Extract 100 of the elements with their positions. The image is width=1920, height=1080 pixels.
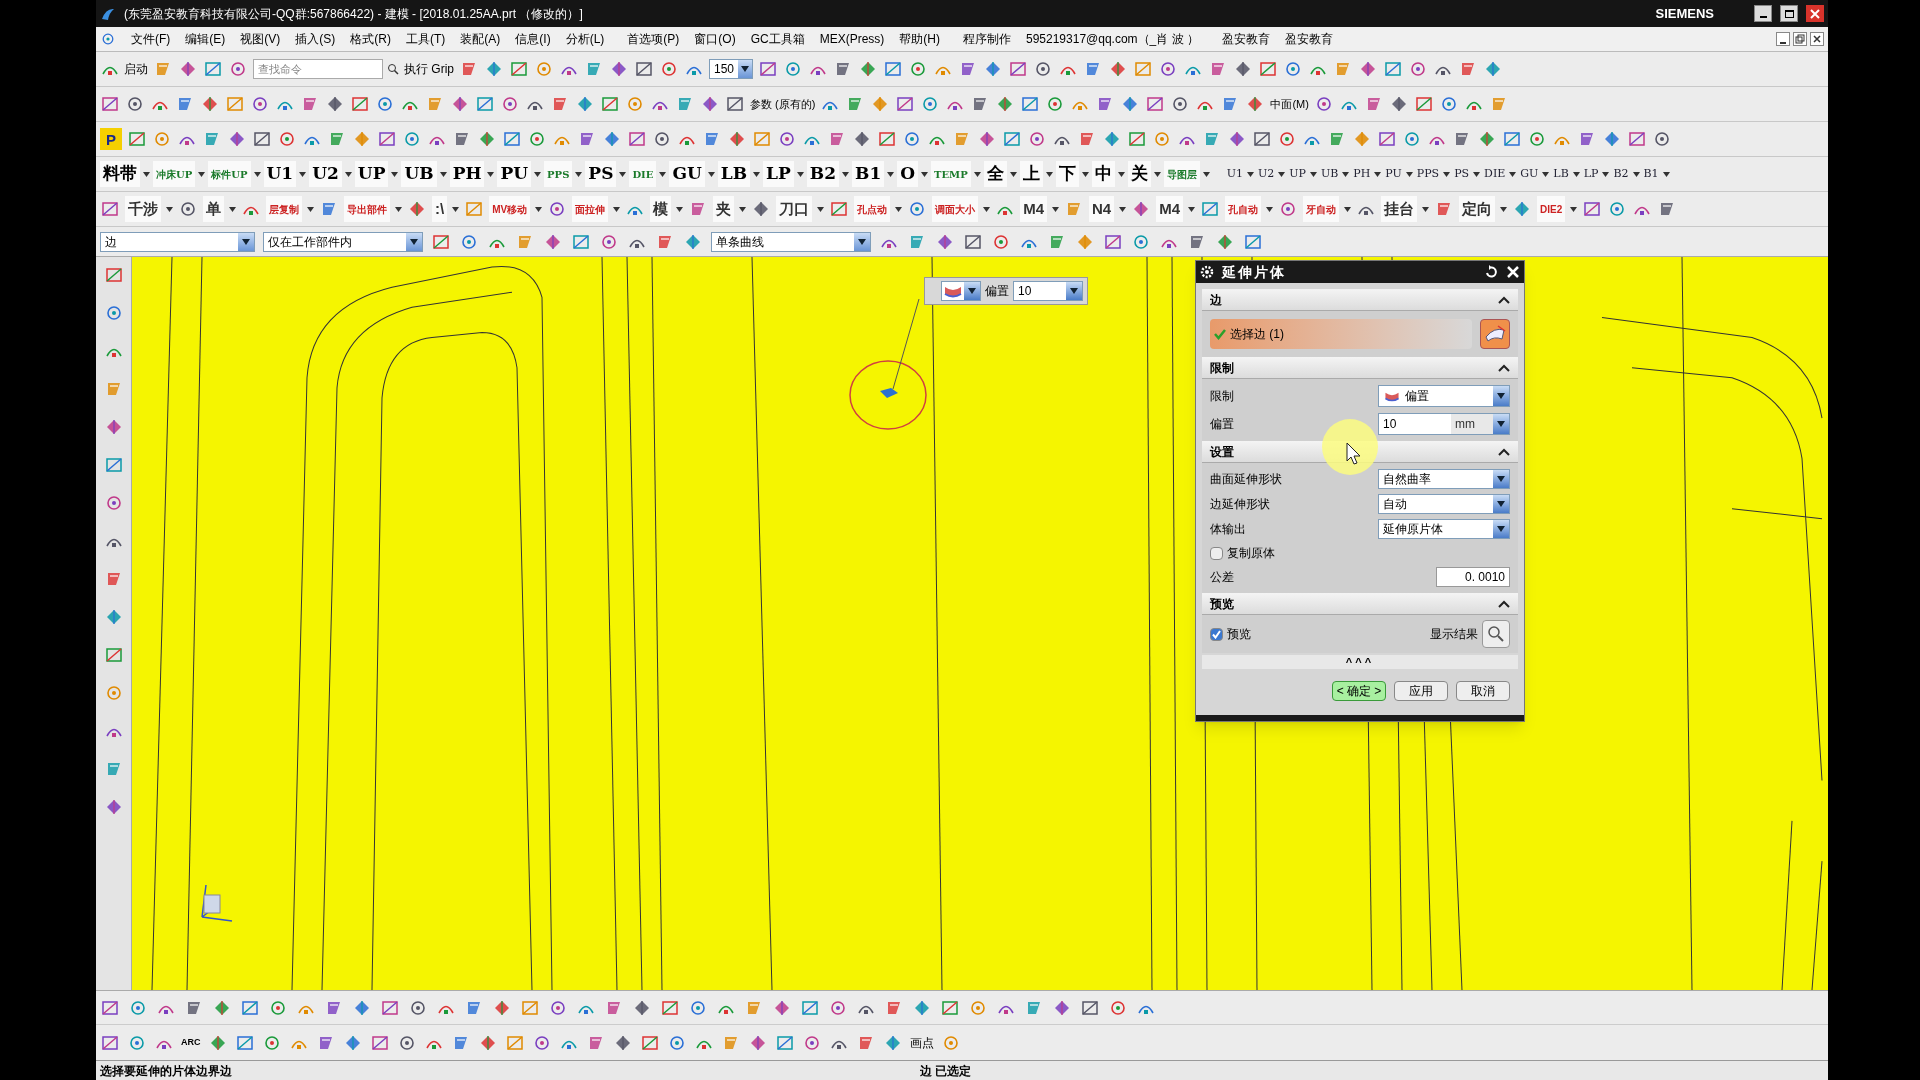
start-button[interactable]: 启动 (100, 59, 148, 79)
toolbar-button[interactable]: DIE (1483, 165, 1507, 183)
menu-item[interactable]: 工具(T) (406, 30, 446, 48)
menu-item[interactable]: 盈安教育 (1221, 30, 1270, 48)
toolbar-button[interactable]: 层复制 (266, 196, 302, 222)
menu-item[interactable]: 格式(R) (350, 30, 391, 48)
toolbar-button[interactable]: U2 (309, 161, 342, 187)
toolbar-button[interactable]: B1 (852, 161, 885, 187)
toolbar-button[interactable]: U1 (263, 161, 297, 187)
offset-field[interactable]: 10 mm (1378, 413, 1510, 435)
menu-item[interactable]: 信息(I) (515, 30, 551, 48)
toolbar-button[interactable]: 模 (650, 196, 672, 222)
toolbar-button[interactable]: M4 (1020, 196, 1047, 222)
toolbar-button[interactable]: 料带 (100, 161, 140, 187)
menu-item[interactable]: 插入(S) (295, 30, 336, 48)
midface-button[interactable]: 中面(M) (1270, 95, 1309, 113)
option-dropdown[interactable]: 延伸原片体 (1378, 519, 1510, 539)
offset-field[interactable]: 10 (1013, 281, 1083, 301)
menu-item[interactable]: 首选项(P) (627, 30, 680, 48)
toolbar-button[interactable]: PPS (1415, 165, 1441, 183)
toolbar-button[interactable]: 中 (1091, 161, 1115, 187)
toolbar-button[interactable]: U1 (1225, 165, 1244, 183)
toolbar-button[interactable]: 冲床UP (153, 161, 196, 187)
toolbar-button[interactable]: UP (1288, 165, 1307, 183)
toolbar-button[interactable]: 孔点动 (854, 196, 891, 222)
toolbar-button[interactable]: 标件UP (208, 161, 251, 187)
menu-item[interactable]: 盈安教育 (1284, 30, 1333, 48)
toolbar-button[interactable]: LB (1552, 165, 1570, 183)
menu-item[interactable]: 595219317@qq.com（_肖 波 ） (1026, 30, 1199, 48)
toolbar-button[interactable]: 关 (1127, 161, 1151, 187)
menu-item[interactable]: 编辑(E) (185, 30, 226, 48)
toolbar-button[interactable]: GU (1519, 165, 1540, 183)
dropdown[interactable]: 150 (709, 59, 753, 79)
toolbar-button[interactable]: PU (1384, 165, 1403, 183)
toolbar-button[interactable]: 面拉伸 (572, 196, 609, 222)
limit-dropdown[interactable]: 偏置 (1378, 385, 1510, 407)
params-button[interactable]: 参数 (原有的) (750, 95, 816, 113)
toolbar-button[interactable]: 刀口 (776, 196, 813, 222)
toolbar-button[interactable]: TEMP (931, 161, 971, 187)
dropdown[interactable]: 边 (100, 231, 255, 252)
toolbar-button[interactable]: GU (669, 161, 705, 187)
toolbar-button[interactable]: 夹 (713, 196, 735, 222)
toolbar-button[interactable]: 导出部件 (344, 196, 390, 222)
toolbar-button[interactable]: 牙自动 (1303, 196, 1340, 222)
dropdown[interactable]: 仅在工作部件内 (263, 231, 423, 252)
toolbar-button[interactable]: B2 (806, 161, 840, 187)
toolbar-button[interactable]: 定向 (1459, 196, 1496, 222)
menu-item[interactable]: 分析(L) (565, 30, 605, 48)
menu-item[interactable]: 文件(F) (131, 30, 171, 48)
select-edge-row[interactable]: 选择边 (1) (1210, 319, 1472, 349)
toolbar-button[interactable]: LB (717, 161, 751, 187)
toolbar-button[interactable]: N4 (1089, 196, 1115, 222)
toolbar-button[interactable]: 全 (983, 161, 1007, 187)
toolbar-button[interactable]: B1 (1642, 165, 1660, 183)
toolbar-button[interactable]: M4 (1156, 196, 1184, 222)
menu-item[interactable]: GC工具箱 (750, 30, 805, 48)
toolbar-button[interactable]: LP (763, 161, 794, 187)
toolbar-button[interactable]: UB (1319, 165, 1340, 183)
toolbar-button[interactable]: PH (1352, 165, 1372, 183)
search-field[interactable]: 查找命令 (253, 59, 383, 79)
toolbar-button[interactable]: UB (401, 161, 437, 187)
toolbar-button[interactable]: DIE (629, 161, 657, 187)
toolbar-button[interactable]: PPS (544, 161, 573, 187)
dialog-button[interactable]: 取消 (1456, 681, 1510, 701)
graphics-canvas[interactable]: 偏置 10 延伸片体 边 选择边 (1) 限制 限制 偏置 偏置 10 mm 设置 曲面延伸形状 自然曲率 边延伸形状 自动 体输出 延伸原片体 复制原体 公差 0. 0010 预览 预览 显示结果 ^^^ < 确定 > 应用 取消 (132, 257, 1828, 990)
point-button[interactable]: 画点 (909, 1033, 934, 1052)
menu-item[interactable]: 帮助(H) (899, 30, 940, 48)
toolbar-button[interactable]: 上 (1019, 161, 1043, 187)
toolbar-button[interactable]: 孔自动 (1225, 196, 1262, 222)
tolerance-field[interactable]: 0. 0010 (1436, 567, 1510, 587)
toolbar-button[interactable]: PS (585, 161, 617, 187)
toolbar-button[interactable]: B2 (1612, 165, 1630, 183)
toolbar-button[interactable]: U2 (1257, 165, 1276, 183)
toolbar-button[interactable]: 下 (1055, 161, 1079, 187)
dialog-button[interactable]: 应用 (1394, 681, 1448, 701)
toolbar-button[interactable]: 千涉 (125, 196, 161, 222)
arc-button[interactable]: ARC (181, 1035, 201, 1050)
dialog-button[interactable]: < 确定 > (1332, 681, 1386, 701)
toolbar-button[interactable]: :\ (432, 196, 448, 222)
toolbar-button[interactable]: MV移动 (489, 196, 531, 222)
dropdown[interactable]: 单条曲线 (711, 231, 871, 252)
grip-button[interactable]: 执行 Grip (404, 60, 454, 78)
toolbar-button[interactable]: PS (1453, 165, 1471, 183)
menu-item[interactable]: 视图(V) (240, 30, 281, 48)
menu-item[interactable]: 装配(A) (460, 30, 501, 48)
menu-item[interactable]: 程序制作 (963, 30, 1011, 48)
menu-item[interactable]: MEX(Press) (819, 30, 885, 48)
p-button[interactable]: P (100, 128, 122, 150)
toolbar-button[interactable]: 调面大小 (932, 196, 979, 222)
toolbar-button[interactable]: PH (449, 161, 485, 187)
toolbar-button[interactable]: UP (354, 161, 389, 187)
toolbar-button[interactable]: 挂台 (1381, 196, 1418, 222)
option-dropdown[interactable]: 自然曲率 (1378, 469, 1510, 489)
toolbar-button[interactable]: PU (497, 161, 532, 187)
menu-item[interactable]: 窗口(O) (694, 30, 736, 48)
more-toggle[interactable]: ^^^ (1202, 655, 1518, 669)
toolbar-button[interactable]: 导图层 (1163, 161, 1200, 187)
toolbar-button[interactable]: 单 (203, 196, 224, 222)
toolbar-button[interactable]: DIE2 (1537, 196, 1566, 222)
option-dropdown[interactable]: 自动 (1378, 494, 1510, 514)
